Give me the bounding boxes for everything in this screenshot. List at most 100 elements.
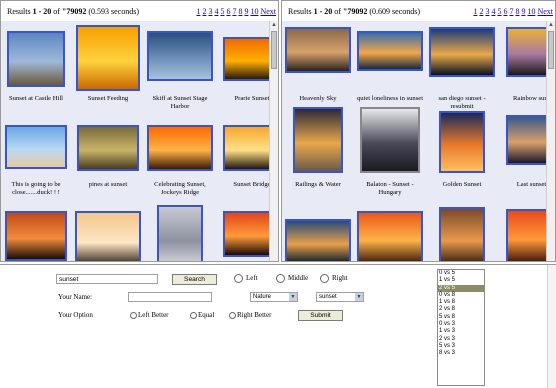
image-caption[interactable]: Sunset Feeding [72, 95, 144, 103]
image-result-tile[interactable]: Sunset at Castle Hill [1, 31, 72, 102]
image-caption[interactable]: Railings & Water [282, 181, 354, 189]
image-result-tile[interactable]: Elk at Sunset [72, 211, 144, 261]
image-thumbnail[interactable] [157, 205, 203, 261]
page-link-9[interactable]: 9 [521, 7, 525, 16]
page-link-7[interactable]: 7 [509, 7, 513, 16]
image-result-tile[interactable]: san diego sunset - resubmit [426, 27, 498, 110]
listbox-option[interactable]: 2 vs 3 [438, 336, 484, 343]
image-thumbnail[interactable] [5, 125, 67, 169]
comparison-listbox[interactable]: 0 vs 51 vs 52 vs 50 vs 81 vs 82 vs 85 vs… [437, 269, 485, 386]
name-input[interactable] [128, 292, 212, 302]
image-thumbnail[interactable] [5, 211, 67, 261]
page-link-3[interactable]: 3 [208, 7, 212, 16]
image-caption[interactable]: Celebrating Sunset, Jockeys Ridge [144, 181, 216, 197]
listbox-option[interactable]: 2 vs 8 [438, 306, 484, 313]
image-caption[interactable]: Sunset at Castle Hill [1, 95, 72, 103]
radio-equal[interactable] [190, 312, 197, 319]
image-result-tile[interactable]: Skiff at Sunset Stage Harbor [144, 31, 216, 110]
radio-left-better[interactable] [130, 312, 137, 319]
image-thumbnail[interactable] [285, 219, 351, 261]
image-thumbnail[interactable] [293, 107, 343, 173]
radio-right[interactable] [320, 274, 329, 283]
image-result-tile[interactable]: Haunting Sunset [1, 211, 72, 261]
image-thumbnail[interactable] [77, 125, 139, 171]
image-result-tile[interactable]: Sunset by Lake Dubious [426, 207, 498, 261]
page-link-5[interactable]: 5 [497, 7, 501, 16]
listbox-option[interactable]: 0 vs 3 [438, 321, 484, 328]
image-thumbnail[interactable] [429, 27, 495, 77]
image-caption[interactable]: Heavenly Sky [282, 95, 354, 103]
listbox-option[interactable]: 0 vs 8 [438, 292, 484, 299]
image-caption[interactable]: This is going to be close.......duck! ! … [1, 181, 72, 197]
page-link-4[interactable]: 4 [491, 7, 495, 16]
image-result-tile[interactable]: Heavenly Sky [282, 27, 354, 102]
image-result-tile[interactable]: Two Suns Rising [354, 211, 426, 261]
image-result-tile[interactable]: Sunset Feeding [72, 25, 144, 102]
image-result-tile[interactable]: Exposed shell [144, 205, 216, 261]
image-thumbnail[interactable] [357, 211, 423, 261]
search-button[interactable]: Search [172, 274, 217, 285]
image-thumbnail[interactable] [75, 211, 141, 261]
image-thumbnail[interactable] [7, 31, 65, 87]
image-result-tile[interactable]: Golden Sunset [426, 111, 498, 188]
search-input[interactable]: sunset [56, 274, 158, 284]
listbox-option[interactable]: 5 vs 8 [438, 314, 484, 321]
right-vertical-scrollbar[interactable]: ▲ [546, 21, 555, 261]
image-result-tile[interactable]: Balaton - Sunset - Hungary [354, 107, 426, 196]
image-caption[interactable]: san diego sunset - resubmit [426, 95, 498, 111]
image-result-tile[interactable]: Celebrating Sunset, Jockeys Ridge [144, 125, 216, 196]
tag-select[interactable]: sunset ▼ [316, 292, 364, 302]
listbox-option[interactable]: 2 vs 5 [438, 284, 484, 292]
image-result-tile[interactable]: pines at sunset [72, 125, 144, 188]
next-page-link[interactable]: Next [537, 7, 553, 16]
image-thumbnail[interactable] [285, 27, 351, 73]
radio-right-better[interactable] [229, 312, 236, 319]
submit-button[interactable]: Submit [298, 310, 343, 321]
page-link-1[interactable]: 1 [196, 7, 200, 16]
image-thumbnail[interactable] [76, 25, 140, 91]
category-select[interactable]: Nature ▼ [250, 292, 298, 302]
page-link-7[interactable]: 7 [232, 7, 236, 16]
radio-middle[interactable] [276, 274, 285, 283]
radio-left[interactable] [234, 274, 243, 283]
page-link-10[interactable]: 10 [527, 7, 535, 16]
page-link-6[interactable]: 6 [226, 7, 230, 16]
page-link-1[interactable]: 1 [473, 7, 477, 16]
image-result-tile[interactable]: This is going to be close.......duck! ! … [1, 125, 72, 196]
page-link-6[interactable]: 6 [503, 7, 507, 16]
listbox-option[interactable]: 1 vs 3 [438, 328, 484, 335]
image-caption[interactable]: quiet loneliness in sunset [354, 95, 426, 103]
image-caption[interactable]: Golden Sunset [426, 181, 498, 189]
image-thumbnail[interactable] [357, 31, 423, 71]
page-link-8[interactable]: 8 [515, 7, 519, 16]
image-thumbnail[interactable] [147, 31, 213, 81]
page-link-3[interactable]: 3 [485, 7, 489, 16]
page-link-9[interactable]: 9 [244, 7, 248, 16]
image-thumbnail[interactable] [439, 207, 485, 261]
listbox-option[interactable]: 1 vs 5 [438, 277, 484, 284]
image-result-tile[interactable]: quiet loneliness in sunset [354, 31, 426, 102]
image-thumbnail[interactable] [439, 111, 485, 173]
image-result-tile[interactable]: " The Total Sunset " [282, 219, 354, 261]
form-vertical-scrollbar[interactable] [547, 265, 556, 388]
right-scroll-thumb[interactable] [548, 31, 554, 69]
image-result-tile[interactable]: Railings & Water [282, 107, 354, 188]
page-link-2[interactable]: 2 [479, 7, 483, 16]
page-link-8[interactable]: 8 [238, 7, 242, 16]
image-caption[interactable]: pines at sunset [72, 181, 144, 189]
listbox-option[interactable]: 8 vs 3 [438, 350, 484, 357]
page-link-10[interactable]: 10 [250, 7, 258, 16]
page-link-2[interactable]: 2 [202, 7, 206, 16]
next-page-link[interactable]: Next [260, 7, 276, 16]
left-scroll-thumb[interactable] [271, 31, 277, 69]
listbox-option[interactable]: 1 vs 8 [438, 299, 484, 306]
left-vertical-scrollbar[interactable]: ▲ [269, 21, 278, 261]
scroll-up-arrow-icon[interactable]: ▲ [547, 21, 555, 29]
listbox-option[interactable]: 5 vs 3 [438, 343, 484, 350]
image-thumbnail[interactable] [360, 107, 420, 173]
image-caption[interactable]: Skiff at Sunset Stage Harbor [144, 95, 216, 111]
image-caption[interactable]: Balaton - Sunset - Hungary [354, 181, 426, 197]
page-link-5[interactable]: 5 [220, 7, 224, 16]
page-link-4[interactable]: 4 [214, 7, 218, 16]
listbox-option[interactable]: 0 vs 5 [438, 270, 484, 277]
